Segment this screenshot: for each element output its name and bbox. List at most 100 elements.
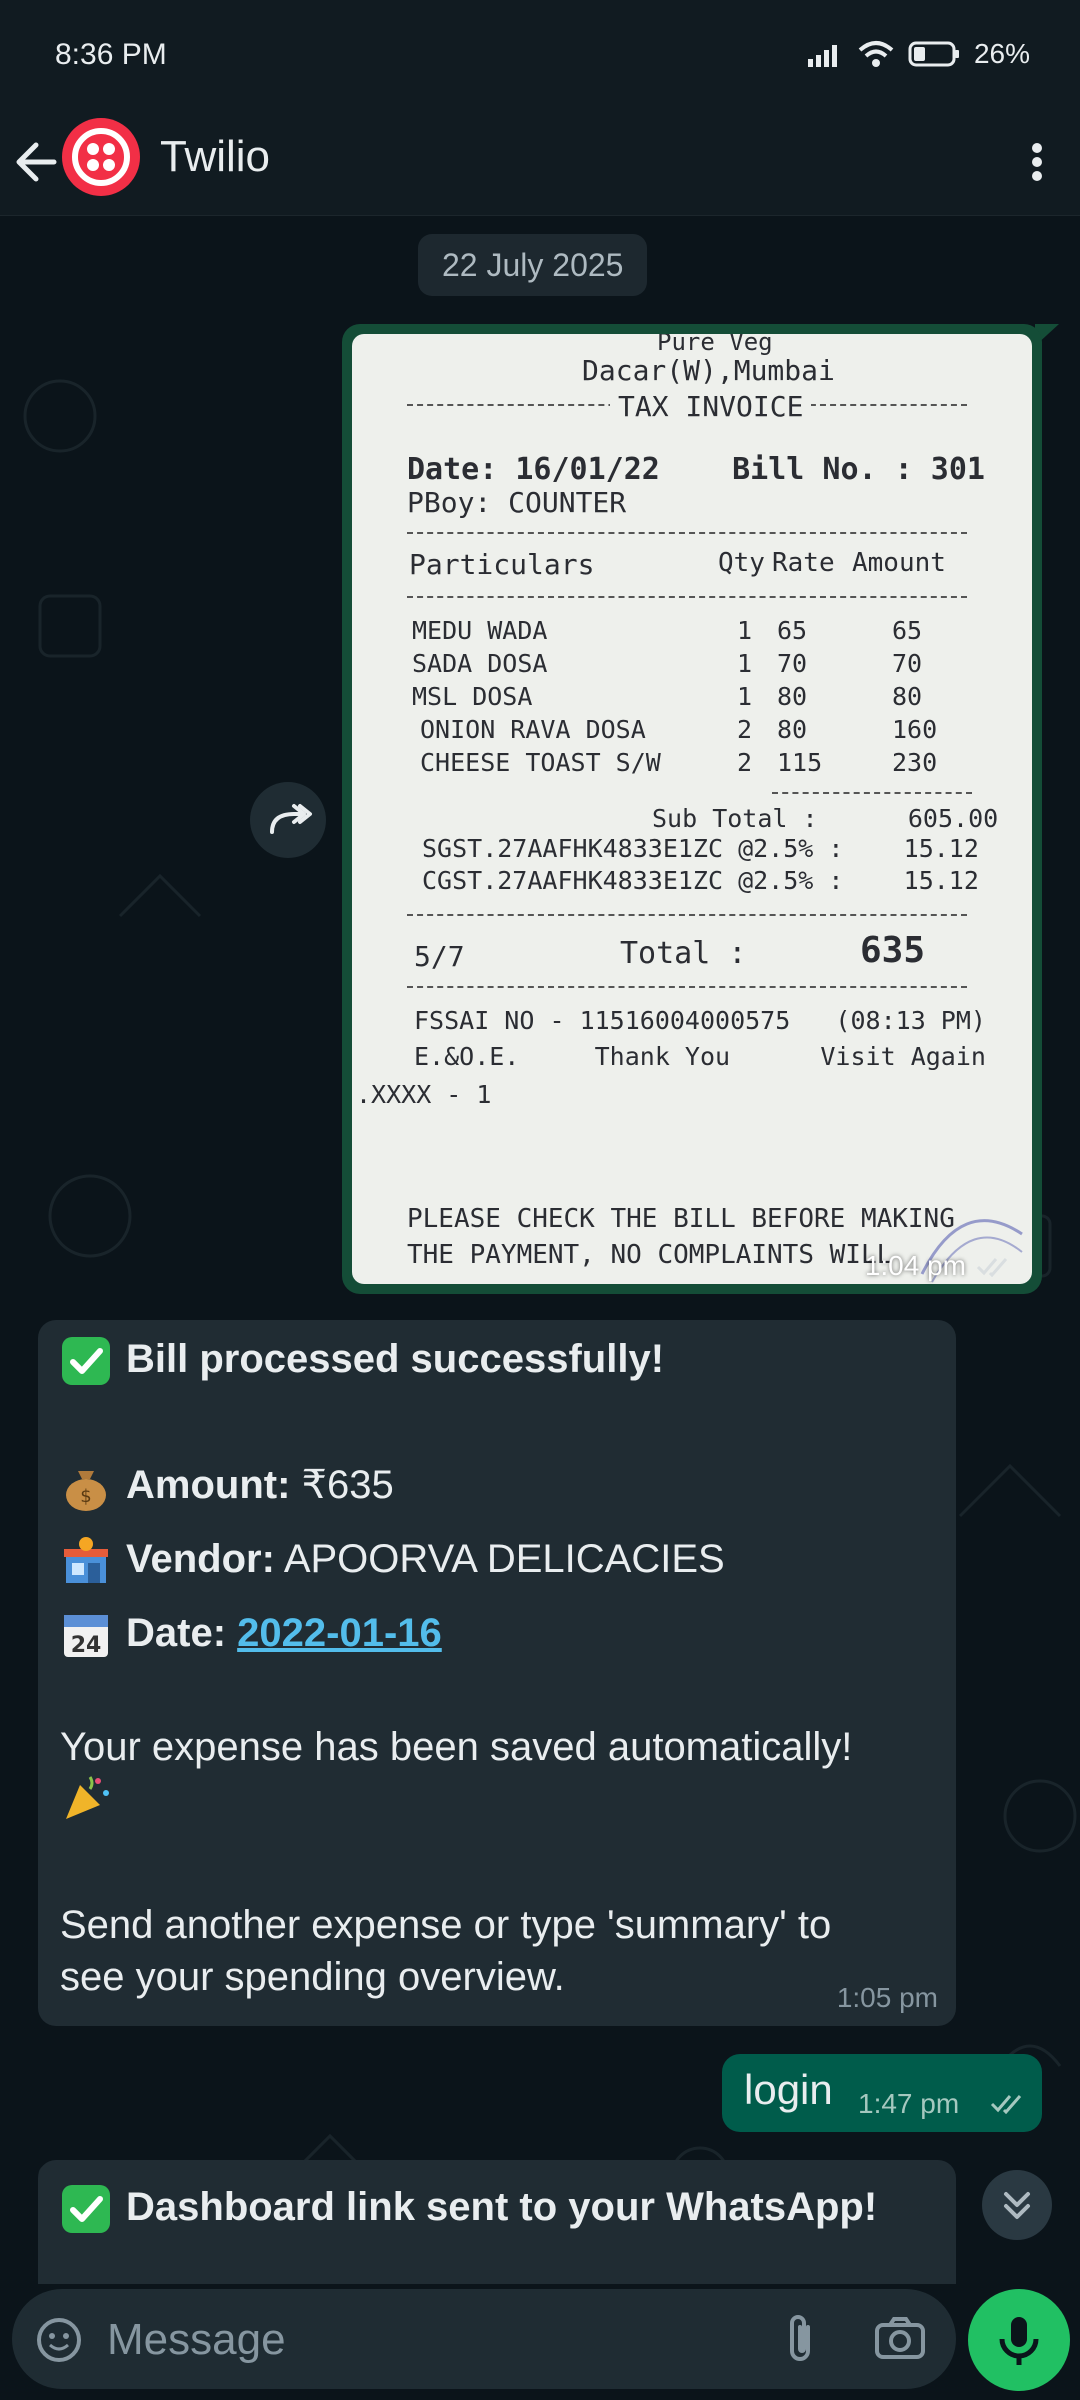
receipt-line: Sub Total : 605.00 — [652, 804, 999, 833]
chevrons-down-icon — [1004, 2192, 1030, 2219]
divider — [407, 596, 967, 598]
arrow-left-icon — [16, 142, 57, 182]
receipt-line: Qty — [718, 548, 765, 578]
dashboard-message[interactable]: Dashboard link sent to your WhatsApp! — [38, 2160, 956, 2284]
message-input[interactable]: Message — [107, 2315, 286, 2365]
battery-icon — [908, 41, 959, 67]
receipt-line: Date: 16/01/22 Bill No. : 301 — [407, 452, 985, 487]
composer-bar: Message — [0, 2284, 1080, 2400]
svg-text:24: 24 — [71, 1633, 102, 1658]
receipt-item-rate: 65 — [777, 616, 808, 645]
chat-header: Twilio — [0, 110, 1080, 216]
receipt-item-rate: 70 — [777, 649, 808, 678]
receipt-line: SGST.27AAFHK4833E1ZC @2.5% : 15.12 — [422, 834, 979, 863]
receipt-item-name: CHEESE TOAST S/W — [420, 748, 661, 777]
receipt-item-qty: 1 — [737, 616, 753, 645]
receipt-line: Particulars — [409, 548, 595, 581]
camera-icon[interactable] — [874, 2315, 926, 2361]
double-check-icon — [990, 2095, 1022, 2114]
money-bag-icon: $ — [66, 1471, 106, 1512]
receipt-line: .XXXX - 1 — [356, 1080, 492, 1109]
receipt-line: Pure Veg — [657, 334, 773, 356]
receipt-item-amount: 230 — [892, 748, 938, 777]
receipt-line: Rate — [772, 548, 835, 578]
receipt-line: CGST.27AAFHK4833E1ZC @2.5% : 15.12 — [422, 866, 979, 895]
bot-reply-message[interactable]: Bill processed successfully! $ Amount: ₹6… — [38, 1320, 956, 2026]
check-mark-icon — [62, 2185, 110, 2234]
chat-area[interactable]: 22 July 2025 Pure Veg Dacar(W),Mumbai TA… — [0, 216, 1080, 2284]
receipt-line: FSSAI NO - 11516004000575 (08:13 PM) — [414, 1006, 986, 1035]
receipt-line: Amount — [852, 548, 946, 578]
receipt-item-name: MEDU WADA — [412, 616, 548, 645]
receipt-image-message[interactable]: Pure Veg Dacar(W),Mumbai TAX INVOICE Dat… — [342, 324, 1042, 1294]
receipt-item-name: ONION RAVA DOSA — [420, 715, 646, 744]
receipt-line: 5/7 — [414, 940, 465, 973]
receipt-line: PLEASE CHECK THE BILL BEFORE MAKING — [407, 1204, 955, 1234]
message-time: 1:47 pm — [858, 2088, 960, 2119]
double-check-icon — [976, 1258, 1008, 1277]
date-link[interactable]: 2022-01-16 — [237, 1611, 442, 1655]
message-time: 1:05 pm — [836, 1982, 938, 2013]
receipt-line: Total : — [620, 936, 747, 971]
message-meta: 1:04 pm — [865, 1250, 1012, 1282]
sticker-icon[interactable] — [34, 2315, 84, 2365]
divider — [407, 986, 967, 988]
receipt-item-amount: 65 — [892, 616, 923, 645]
login-message[interactable]: login 1:47 pm — [722, 2054, 1042, 2132]
send-text-2: see your spending overview. — [60, 1955, 565, 1999]
receipt-line: Dacar(W),Mumbai — [582, 354, 835, 387]
receipt-item-qty: 1 — [737, 649, 753, 678]
store-icon — [64, 1537, 108, 1584]
signal-icon — [807, 45, 837, 67]
microphone-icon — [999, 2317, 1039, 2365]
send-text-1: Send another expense or type 'summary' t… — [60, 1903, 832, 1947]
message-box[interactable]: Message — [12, 2289, 956, 2389]
party-emoji-line — [60, 1770, 126, 1823]
receipt-item-rate: 80 — [777, 682, 808, 711]
avatar[interactable] — [62, 118, 140, 196]
receipt-item-rate: 115 — [777, 748, 823, 777]
receipt-item-qty: 1 — [737, 682, 753, 711]
receipt-image[interactable]: Pure Veg Dacar(W),Mumbai TAX INVOICE Dat… — [352, 334, 1032, 1284]
voice-message-button[interactable] — [968, 2289, 1070, 2391]
receipt-item-name: MSL DOSA — [412, 682, 533, 711]
dashboard-line: Dashboard link sent to your WhatsApp! — [60, 2182, 877, 2235]
receipt-line: PBoy: COUNTER — [407, 486, 627, 519]
forward-icon — [270, 804, 312, 834]
line-vendor: Vendor: APOORVA DELICACIES — [60, 1534, 725, 1587]
receipt-line: THE PAYMENT, NO COMPLAINTS WILL — [407, 1240, 893, 1270]
message-time: 1:04 pm — [864, 1250, 966, 1281]
paperclip-icon[interactable] — [780, 2313, 820, 2367]
contact-name[interactable]: Twilio — [160, 132, 270, 182]
calendar-icon: 24 — [64, 1615, 108, 1658]
more-vertical-icon — [1032, 143, 1042, 181]
date-separator: 22 July 2025 — [418, 234, 648, 296]
divider — [407, 532, 967, 534]
divider — [407, 914, 967, 916]
back-button[interactable] — [14, 132, 64, 192]
saved-text: Your expense has been saved automaticall… — [60, 1725, 853, 1769]
receipt-item-qty: 2 — [737, 748, 753, 777]
divider — [772, 792, 972, 794]
status-time: 8:36 PM — [55, 38, 167, 71]
scroll-to-bottom-button[interactable] — [982, 2170, 1052, 2240]
line-amount: $ Amount: ₹635 — [60, 1460, 394, 1513]
message-text: login — [744, 2066, 833, 2113]
receipt-item-amount: 160 — [892, 715, 938, 744]
check-mark-icon — [62, 1337, 110, 1386]
battery-percent: 26% — [973, 38, 1030, 69]
twilio-logo-icon — [72, 128, 130, 186]
receipt-item-amount: 70 — [892, 649, 923, 678]
status-icons: 26% — [806, 38, 1030, 70]
line-date: 24 Date: 2022-01-16 — [60, 1608, 442, 1661]
receipt-item-name: SADA DOSA — [412, 649, 548, 678]
receipt-line: 635 — [860, 930, 926, 971]
svg-text:$: $ — [80, 1486, 91, 1507]
receipt-item-rate: 80 — [777, 715, 808, 744]
status-bar: 8:36 PM 26% — [0, 0, 1080, 110]
more-options-button[interactable] — [1022, 132, 1052, 192]
forward-button[interactable] — [250, 782, 326, 858]
party-popper-icon — [66, 1776, 109, 1820]
line-processed: Bill processed successfully! — [60, 1334, 664, 1387]
wifi-icon — [858, 41, 894, 67]
